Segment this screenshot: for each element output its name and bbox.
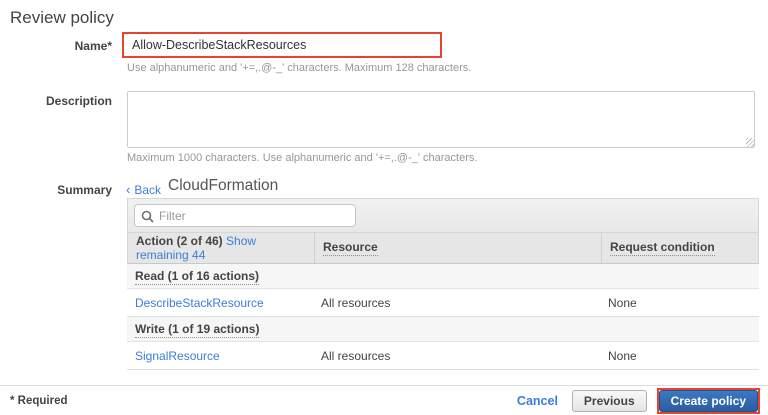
- filter-bar: [127, 198, 759, 232]
- policy-summary-table: Action (2 of 46) Show remaining 44 Resou…: [127, 198, 759, 370]
- resource-cell: All resources: [313, 296, 600, 310]
- column-header-request-condition: Request condition: [601, 233, 758, 263]
- description-textarea[interactable]: [127, 91, 755, 148]
- action-link[interactable]: SignalResource: [135, 349, 220, 363]
- search-icon: [141, 210, 154, 223]
- description-label: Description: [0, 94, 112, 108]
- cancel-link[interactable]: Cancel: [517, 394, 558, 408]
- table-row: SignalResource All resources None: [127, 342, 759, 370]
- table-header-row: Action (2 of 46) Show remaining 44 Resou…: [127, 232, 759, 264]
- footer-bar: * Required Cancel Previous Create policy: [0, 385, 768, 415]
- name-label: Name*: [0, 39, 112, 53]
- group-header-write: Write (1 of 19 actions): [127, 317, 759, 342]
- back-chevron-icon: ‹: [126, 182, 130, 197]
- create-policy-highlight-box: Create policy: [657, 388, 760, 414]
- back-link[interactable]: ‹ Back: [126, 182, 161, 197]
- back-link-label: Back: [134, 183, 161, 197]
- name-help-text: Use alphanumeric and '+=,.@-_' character…: [127, 62, 471, 74]
- group-header-read: Read (1 of 16 actions): [127, 264, 759, 289]
- previous-button[interactable]: Previous: [572, 390, 647, 412]
- footer-actions: Cancel Previous Create policy: [517, 386, 760, 415]
- table-row: DescribeStackResource All resources None: [127, 289, 759, 317]
- page-title: Review policy: [10, 8, 114, 28]
- action-link[interactable]: DescribeStackResource: [135, 296, 264, 310]
- request-condition-cell: None: [600, 349, 759, 363]
- name-input[interactable]: [124, 34, 440, 56]
- filter-input[interactable]: [135, 205, 355, 226]
- column-header-resource: Resource: [314, 233, 601, 263]
- request-condition-cell: None: [600, 296, 759, 310]
- name-input-highlight-box: [122, 32, 442, 58]
- description-help-text: Maximum 1000 characters. Use alphanumeri…: [127, 152, 477, 164]
- create-policy-button[interactable]: Create policy: [659, 390, 758, 412]
- review-policy-page: Review policy Name* Use alphanumeric and…: [0, 0, 768, 415]
- filter-input-wrap: [134, 204, 356, 227]
- required-note: * Required: [10, 395, 68, 407]
- resource-cell: All resources: [313, 349, 600, 363]
- service-name-heading: CloudFormation: [168, 177, 278, 195]
- action-count-label: Action (2 of 46): [136, 234, 223, 248]
- summary-label: Summary: [0, 183, 112, 197]
- column-header-action: Action (2 of 46) Show remaining 44: [128, 234, 314, 262]
